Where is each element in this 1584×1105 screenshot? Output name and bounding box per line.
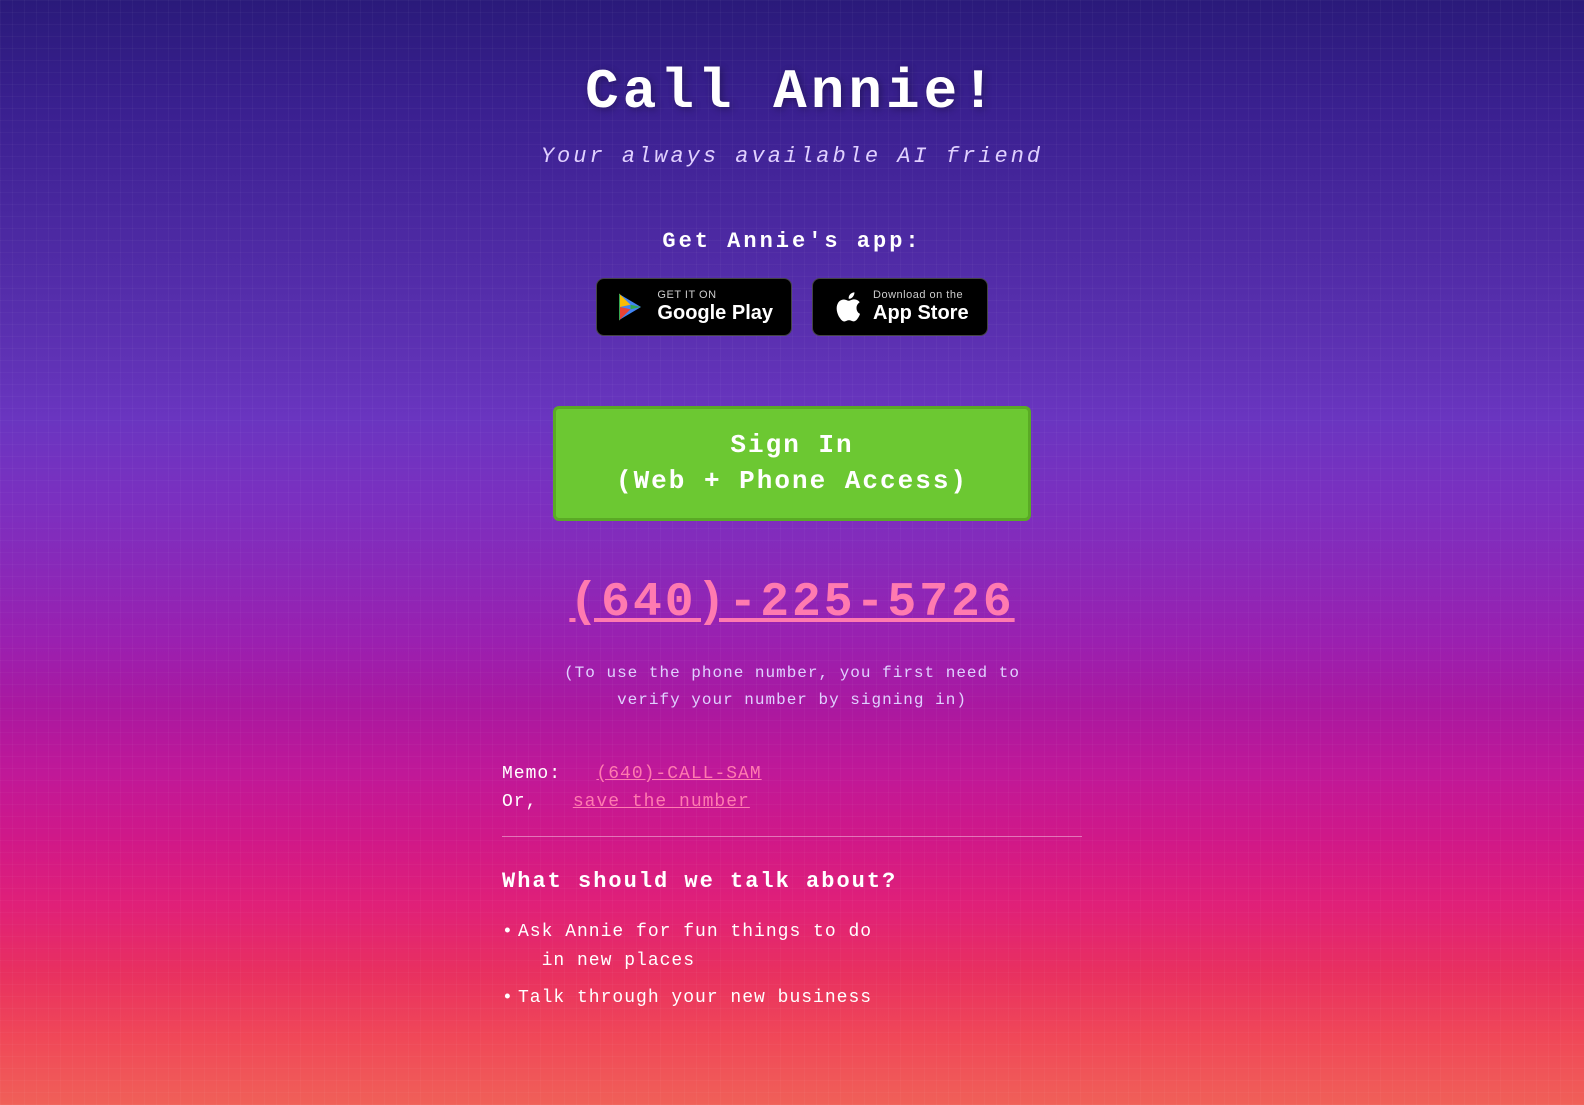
apple-icon bbox=[831, 291, 863, 323]
sign-in-line1: Sign In bbox=[730, 430, 853, 460]
memo-line: Memo: (640)-CALL-SAM bbox=[502, 764, 1082, 784]
talk-about-title: What should we talk about? bbox=[502, 869, 1082, 894]
or-line: Or, save the number bbox=[502, 792, 1082, 812]
get-app-label: Get Annie's app: bbox=[662, 229, 921, 254]
app-store-text: Download on the App Store bbox=[873, 289, 969, 325]
sign-in-button[interactable]: Sign In (Web + Phone Access) bbox=[553, 406, 1031, 521]
phone-number[interactable]: (640)-225-5726 bbox=[569, 576, 1014, 630]
talk-about-section: What should we talk about? Ask Annie for… bbox=[502, 869, 1082, 1020]
list-item: Talk through your new business bbox=[502, 984, 1082, 1013]
google-play-top-text: GET IT ON bbox=[657, 289, 773, 301]
or-label: Or, bbox=[502, 792, 537, 812]
google-play-bottom-text: Google Play bbox=[657, 301, 773, 325]
talk-about-list: Ask Annie for fun things to do in new pl… bbox=[502, 918, 1082, 1012]
google-play-button[interactable]: GET IT ON Google Play bbox=[596, 278, 792, 336]
phone-notice-line2: verify your number by signing in) bbox=[617, 691, 967, 709]
list-item: Ask Annie for fun things to do in new pl… bbox=[502, 918, 1082, 976]
app-store-bottom-text: App Store bbox=[873, 301, 969, 325]
phone-notice-line1: (To use the phone number, you first need… bbox=[564, 664, 1020, 682]
google-play-icon bbox=[615, 291, 647, 323]
memo-label: Memo: bbox=[502, 764, 561, 784]
google-play-text: GET IT ON Google Play bbox=[657, 289, 773, 325]
page-title: Call Annie! bbox=[585, 60, 999, 124]
memo-call-sam-link[interactable]: (640)-CALL-SAM bbox=[596, 764, 761, 784]
page-subtitle: Your always available AI friend bbox=[541, 144, 1043, 169]
page-container: Call Annie! Your always available AI fri… bbox=[0, 0, 1584, 1081]
phone-notice: (To use the phone number, you first need… bbox=[564, 660, 1020, 714]
app-store-button[interactable]: Download on the App Store bbox=[812, 278, 988, 336]
section-divider bbox=[502, 836, 1082, 837]
sign-in-line2: (Web + Phone Access) bbox=[616, 466, 968, 496]
save-number-link[interactable]: save the number bbox=[573, 792, 750, 812]
store-buttons-container: GET IT ON Google Play Download on the Ap… bbox=[596, 278, 987, 336]
app-store-top-text: Download on the bbox=[873, 289, 969, 301]
memo-section: Memo: (640)-CALL-SAM Or, save the number bbox=[502, 764, 1082, 820]
